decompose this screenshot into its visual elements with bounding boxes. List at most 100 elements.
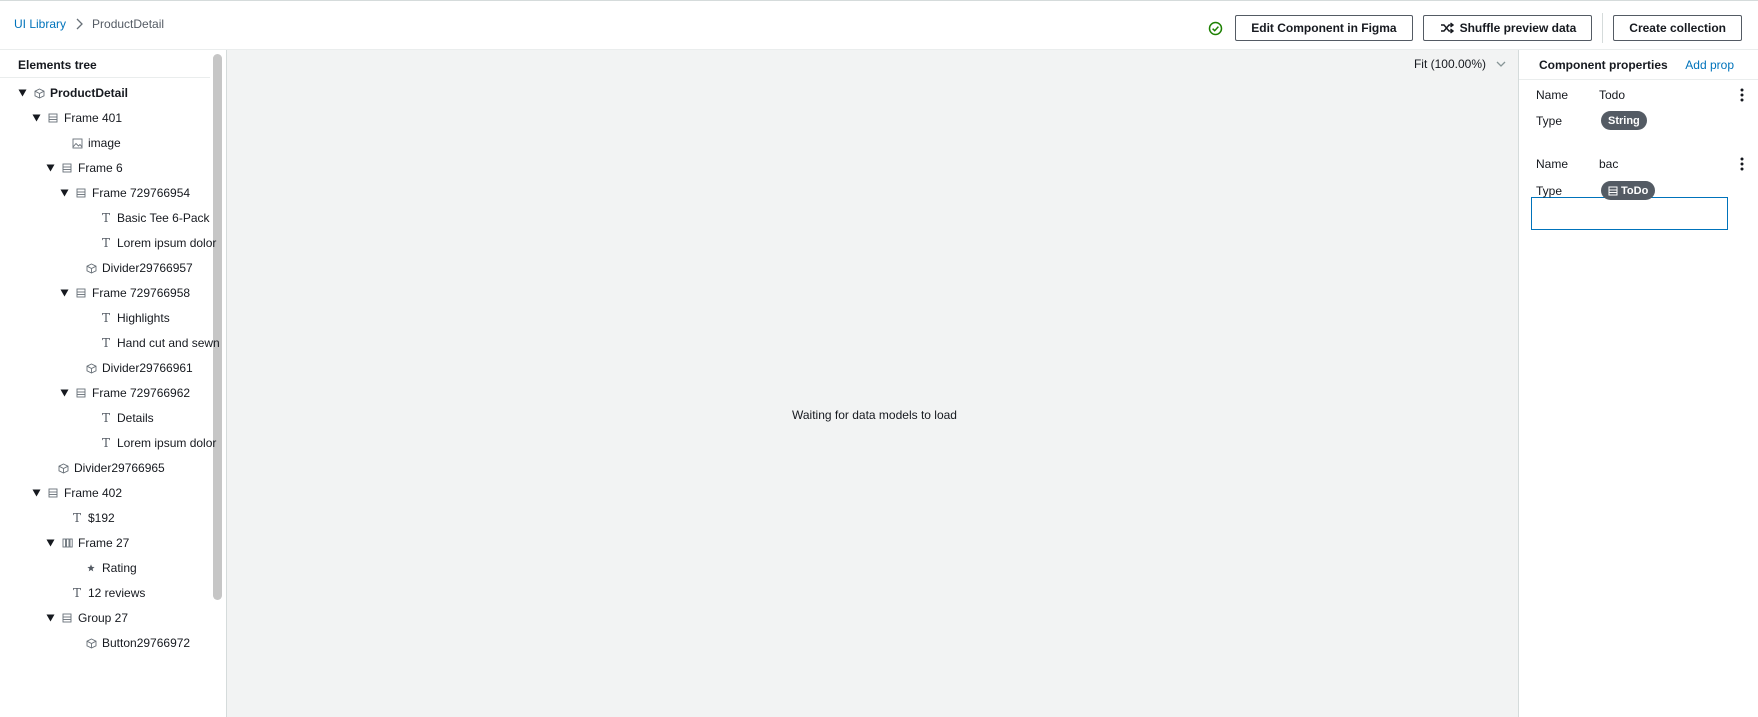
tree-item-label: Button29766972 (102, 636, 191, 650)
prop-type-label: Type (1536, 114, 1563, 128)
text-icon: T (101, 411, 110, 425)
tree-scrollbar[interactable] (213, 54, 222, 600)
frame-icon (61, 162, 73, 174)
tree-item[interactable]: Divider29766961 (85, 358, 193, 378)
image-icon (71, 137, 83, 149)
text-icon: T (72, 511, 81, 525)
component-icon (85, 637, 97, 649)
frame-icon (75, 187, 87, 199)
tree-item-label: Frame 729766958 (92, 286, 191, 300)
component-properties-title: Component properties (1539, 58, 1668, 72)
tree-item[interactable]: T Lorem ipsum dolor (100, 233, 216, 253)
tree-item[interactable]: Frame 401 (31, 108, 122, 128)
caret-down-icon[interactable] (45, 538, 55, 548)
caret-down-icon[interactable] (45, 163, 55, 173)
tree-item[interactable]: image (71, 133, 121, 153)
component-properties-panel: Component properties Add prop Name Todo … (1518, 50, 1758, 717)
tree-item-label: Frame 729766954 (92, 186, 191, 200)
chevron-down-icon (1486, 61, 1506, 68)
tree-item[interactable]: Group 27 (45, 608, 128, 628)
tree-item-label: Group 27 (78, 611, 129, 625)
check-circle-icon (1208, 21, 1223, 36)
tree-item[interactable]: T Details (100, 408, 154, 428)
type-selector-box[interactable] (1531, 197, 1728, 230)
elements-tree-title: Elements tree (18, 58, 97, 72)
prop-name-label: Name (1536, 157, 1569, 171)
zoom-select[interactable]: Fit (100.00%) (1414, 57, 1506, 71)
caret-down-icon[interactable] (59, 188, 69, 198)
tree-item-label: Divider29766965 (74, 461, 165, 475)
component-icon (33, 87, 45, 99)
breadcrumb-current: ProductDetail (92, 17, 165, 31)
tree-item-label: Highlights (117, 311, 170, 325)
tree-item-label: Rating (102, 561, 137, 575)
preview-canvas[interactable]: Fit (100.00%) Waiting for data models to… (227, 50, 1518, 717)
tree-item-label: Frame 401 (64, 111, 123, 125)
frame-icon (75, 287, 87, 299)
tree-item[interactable]: Rating (85, 558, 137, 578)
tree-item-label: Hand cut and sewn (117, 336, 220, 350)
shuffle-preview-data-button[interactable]: Shuffle preview data (1422, 15, 1593, 41)
zoom-select-label: Fit (100.00%) (1413, 57, 1486, 71)
prop-name-value[interactable]: bac (1599, 157, 1618, 171)
tree-item-label: Frame 27 (78, 536, 130, 550)
tree-item[interactable]: ProductDetail (17, 83, 128, 103)
tree-item[interactable]: Frame 729766954 (59, 183, 190, 203)
caret-down-icon[interactable] (45, 613, 55, 623)
frame-icon (47, 487, 59, 499)
panel-divider (1519, 79, 1758, 80)
tree-item[interactable]: T Basic Tee 6-Pack (100, 208, 210, 228)
tree-item-label: 12 reviews (88, 586, 146, 600)
tree-item[interactable]: T Lorem ipsum dolor (100, 433, 216, 453)
prop-name-value[interactable]: Todo (1599, 88, 1625, 102)
tree-item-label: Frame 6 (78, 161, 123, 175)
tree-item[interactable]: T Highlights (100, 308, 170, 328)
data-model-icon (1608, 186, 1621, 196)
caret-down-icon[interactable] (31, 113, 41, 123)
text-icon: T (101, 211, 110, 225)
tree-item[interactable]: Frame 6 (45, 158, 123, 178)
tree-item-label: Frame 402 (64, 486, 123, 500)
header-actions: Edit Component in Figma Shuffle preview … (1208, 13, 1742, 43)
tree-item[interactable]: Divider29766965 (57, 458, 165, 478)
text-icon: T (101, 311, 110, 325)
tree-item[interactable]: Divider29766957 (85, 258, 193, 278)
edit-in-figma-button[interactable]: Edit Component in Figma (1235, 15, 1413, 41)
tree-item-label: Details (117, 411, 154, 425)
panel-divider (0, 77, 210, 78)
text-icon: T (101, 436, 110, 450)
tree-item[interactable]: Frame 402 (31, 483, 122, 503)
component-icon (85, 362, 97, 374)
tree-item[interactable]: T Hand cut and sewn (100, 333, 220, 353)
caret-down-icon[interactable] (59, 388, 69, 398)
loading-message: Waiting for data models to load (792, 408, 957, 422)
add-prop-link[interactable]: Add prop (1685, 58, 1734, 72)
tree-item[interactable]: Button29766972 (85, 633, 190, 653)
tree-item-label: Divider29766957 (102, 261, 193, 275)
caret-down-icon[interactable] (59, 288, 69, 298)
frame-icon (61, 612, 73, 624)
more-options-icon[interactable] (1736, 87, 1748, 103)
tree-item[interactable]: Frame 729766958 (59, 283, 190, 303)
type-badge-model[interactable]: ToDo (1601, 181, 1656, 200)
tree-item-label: Frame 729766962 (92, 386, 191, 400)
tree-item[interactable]: T $192 (71, 508, 115, 528)
tree-item-label: Lorem ipsum dolor (117, 436, 217, 450)
tree-item-label: Basic Tee 6-Pack (117, 211, 210, 225)
columns-icon (61, 537, 73, 549)
text-icon: T (101, 236, 110, 250)
breadcrumb-ui-library-link[interactable]: UI Library (14, 17, 66, 31)
type-badge-string[interactable]: String (1601, 111, 1647, 130)
tree-item-label: Divider29766961 (102, 361, 193, 375)
tree-item[interactable]: T 12 reviews (71, 583, 145, 603)
prop-name-label: Name (1536, 88, 1569, 102)
tree-item[interactable]: Frame 27 (45, 533, 129, 553)
caret-down-icon[interactable] (17, 88, 27, 98)
header-divider (1602, 13, 1604, 43)
create-collection-button[interactable]: Create collection (1613, 15, 1742, 41)
more-options-icon[interactable] (1736, 156, 1748, 172)
caret-down-icon[interactable] (31, 488, 41, 498)
frame-icon (47, 112, 59, 124)
type-badge-label: ToDo (1621, 184, 1649, 197)
tree-item[interactable]: Frame 729766962 (59, 383, 190, 403)
